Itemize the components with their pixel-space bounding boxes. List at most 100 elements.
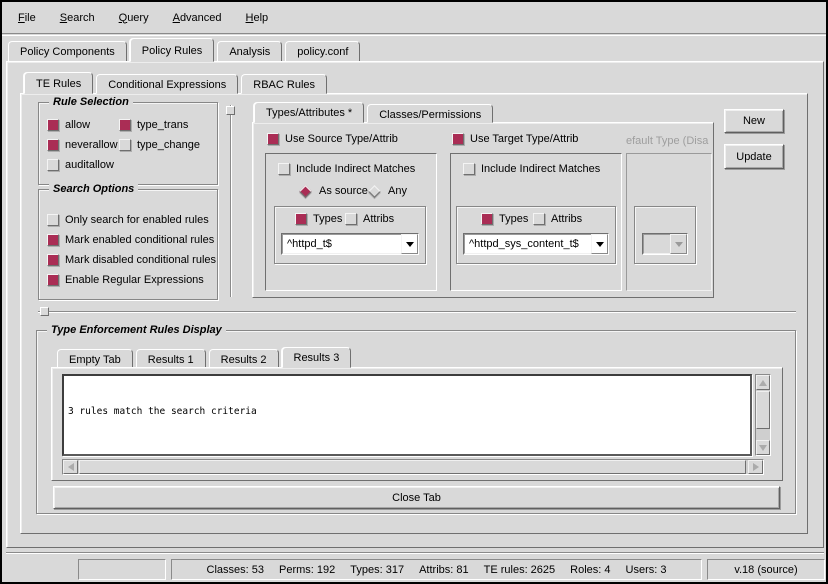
source-type-combo[interactable]: ^httpd_t$ bbox=[281, 233, 419, 255]
source-types-checkbox[interactable] bbox=[295, 213, 307, 225]
radio-any[interactable]: Any bbox=[367, 185, 407, 197]
search-options-title: Search Options bbox=[49, 183, 138, 195]
menu-query[interactable]: Query bbox=[109, 10, 159, 26]
checkbox-auditallow[interactable]: auditallow bbox=[47, 159, 114, 171]
target-combo-arrow-button[interactable] bbox=[591, 234, 608, 254]
chevron-down-icon bbox=[675, 242, 683, 247]
apol-window: File Search Query Advanced Help Policy C… bbox=[0, 0, 828, 584]
menu-search[interactable]: Search bbox=[50, 10, 105, 26]
as-source-radio[interactable] bbox=[299, 185, 312, 198]
arrow-down-icon bbox=[759, 445, 767, 451]
stat-classes: Classes: 53 bbox=[207, 564, 264, 576]
use-target-checkbox[interactable] bbox=[452, 133, 464, 145]
vscroll-thumb[interactable] bbox=[756, 391, 770, 429]
target-types-row[interactable]: Types bbox=[481, 213, 528, 225]
tab-conditional-expressions[interactable]: Conditional Expressions bbox=[96, 74, 238, 94]
type-change-checkbox[interactable] bbox=[119, 139, 131, 151]
vertical-sash-grip[interactable] bbox=[226, 106, 235, 115]
arrow-right-icon bbox=[753, 463, 759, 471]
scroll-right-button[interactable] bbox=[748, 460, 763, 474]
results-text[interactable]: 3 rules match the search criteria (5822)… bbox=[62, 374, 752, 456]
type-trans-checkbox[interactable] bbox=[119, 119, 131, 131]
checkbox-type-change[interactable]: type_change bbox=[119, 139, 200, 151]
tab-rbac-rules[interactable]: RBAC Rules bbox=[241, 74, 327, 94]
chevron-down-icon bbox=[406, 242, 414, 247]
any-radio[interactable] bbox=[368, 185, 381, 198]
auditallow-label: auditallow bbox=[65, 159, 114, 171]
target-indirect-label: Include Indirect Matches bbox=[481, 163, 600, 175]
source-frame: Include Indirect Matches As source Any T… bbox=[265, 153, 437, 291]
horizontal-sash[interactable] bbox=[38, 311, 796, 313]
tab-te-rules[interactable]: TE Rules bbox=[24, 72, 93, 94]
scroll-left-button[interactable] bbox=[63, 460, 78, 474]
results-vscrollbar[interactable] bbox=[755, 374, 771, 456]
tab-results-3[interactable]: Results 3 bbox=[282, 347, 352, 368]
stat-users: Users: 3 bbox=[626, 564, 667, 576]
source-indirect-checkbox[interactable] bbox=[278, 163, 290, 175]
rule-selection-title: Rule Selection bbox=[49, 96, 133, 108]
target-indirect-row[interactable]: Include Indirect Matches bbox=[463, 163, 600, 175]
use-source-label: Use Source Type/Attrib bbox=[285, 133, 398, 145]
target-attribs-checkbox[interactable] bbox=[533, 213, 545, 225]
target-indirect-checkbox[interactable] bbox=[463, 163, 475, 175]
use-target-label: Use Target Type/Attrib bbox=[470, 133, 578, 145]
source-types-frame: Types Attribs ^httpd_t$ bbox=[274, 206, 426, 264]
checkbox-allow[interactable]: allow bbox=[47, 119, 90, 131]
source-attribs-row[interactable]: Attribs bbox=[345, 213, 394, 225]
target-type-combo-value[interactable]: ^httpd_sys_content_t$ bbox=[464, 234, 591, 254]
checkbox-regex[interactable]: Enable Regular Expressions bbox=[47, 274, 204, 286]
use-target-checkbox-row[interactable]: Use Target Type/Attrib bbox=[452, 133, 578, 145]
target-types-checkbox[interactable] bbox=[481, 213, 493, 225]
use-source-checkbox[interactable] bbox=[267, 133, 279, 145]
arrow-left-icon bbox=[68, 463, 74, 471]
radio-as-source[interactable]: As source bbox=[298, 185, 368, 197]
vertical-sash[interactable] bbox=[230, 105, 232, 297]
ta-panel: Use Source Type/Attrib Include Indirect … bbox=[252, 122, 714, 298]
tab-analysis[interactable]: Analysis bbox=[217, 41, 282, 62]
tab-policy-rules[interactable]: Policy Rules bbox=[130, 38, 215, 62]
horizontal-sash-grip[interactable] bbox=[40, 307, 49, 316]
tab-empty-tab[interactable]: Empty Tab bbox=[57, 349, 133, 368]
new-button[interactable]: New bbox=[724, 109, 784, 133]
checkbox-mark-disabled[interactable]: Mark disabled conditional rules bbox=[47, 254, 216, 266]
scroll-up-button[interactable] bbox=[756, 375, 770, 390]
neverallow-checkbox[interactable] bbox=[47, 139, 59, 151]
tab-results-2[interactable]: Results 2 bbox=[209, 349, 279, 368]
close-tab-button[interactable]: Close Tab bbox=[53, 486, 780, 509]
menu-help[interactable]: Help bbox=[236, 10, 279, 26]
source-combo-arrow-button[interactable] bbox=[401, 234, 418, 254]
tab-classes-permissions[interactable]: Classes/Permissions bbox=[367, 104, 493, 123]
tab-policy-conf[interactable]: policy.conf bbox=[285, 41, 360, 62]
target-type-combo[interactable]: ^httpd_sys_content_t$ bbox=[463, 233, 609, 255]
search-options-group: Search Options Only search for enabled r… bbox=[38, 189, 218, 300]
tab-results-1[interactable]: Results 1 bbox=[136, 349, 206, 368]
source-type-combo-value[interactable]: ^httpd_t$ bbox=[282, 234, 401, 254]
mark-disabled-checkbox[interactable] bbox=[47, 254, 59, 266]
policy-stats: Classes: 53 Perms: 192 Types: 317 Attrib… bbox=[207, 564, 667, 576]
target-attribs-row[interactable]: Attribs bbox=[533, 213, 582, 225]
tab-policy-components[interactable]: Policy Components bbox=[8, 41, 127, 62]
results-hscrollbar[interactable] bbox=[62, 459, 764, 475]
checkbox-type-trans[interactable]: type_trans bbox=[119, 119, 188, 131]
hscroll-thumb[interactable] bbox=[79, 460, 746, 474]
update-button[interactable]: Update bbox=[724, 144, 784, 169]
checkbox-enabled-rules-only[interactable]: Only search for enabled rules bbox=[47, 214, 209, 226]
mark-enabled-checkbox[interactable] bbox=[47, 234, 59, 246]
checkbox-mark-enabled[interactable]: Mark enabled conditional rules bbox=[47, 234, 214, 246]
menu-file[interactable]: File bbox=[8, 10, 46, 26]
results-tab-bar: Empty Tab Results 1 Results 2 Results 3 bbox=[57, 347, 354, 368]
auditallow-checkbox[interactable] bbox=[47, 159, 59, 171]
source-types-row[interactable]: Types bbox=[295, 213, 342, 225]
rule-selection-group: Rule Selection allow type_trans neverall… bbox=[38, 102, 218, 185]
allow-checkbox[interactable] bbox=[47, 119, 59, 131]
mark-disabled-label: Mark disabled conditional rules bbox=[65, 254, 216, 266]
tab-types-attributes[interactable]: Types/Attributes * bbox=[254, 102, 364, 123]
source-attribs-checkbox[interactable] bbox=[345, 213, 357, 225]
scroll-down-button[interactable] bbox=[756, 440, 770, 455]
use-source-checkbox-row[interactable]: Use Source Type/Attrib bbox=[267, 133, 398, 145]
menu-advanced[interactable]: Advanced bbox=[163, 10, 232, 26]
enabled-rules-checkbox[interactable] bbox=[47, 214, 59, 226]
regex-checkbox[interactable] bbox=[47, 274, 59, 286]
checkbox-neverallow[interactable]: neverallow bbox=[47, 139, 118, 151]
source-indirect-row[interactable]: Include Indirect Matches bbox=[278, 163, 415, 175]
